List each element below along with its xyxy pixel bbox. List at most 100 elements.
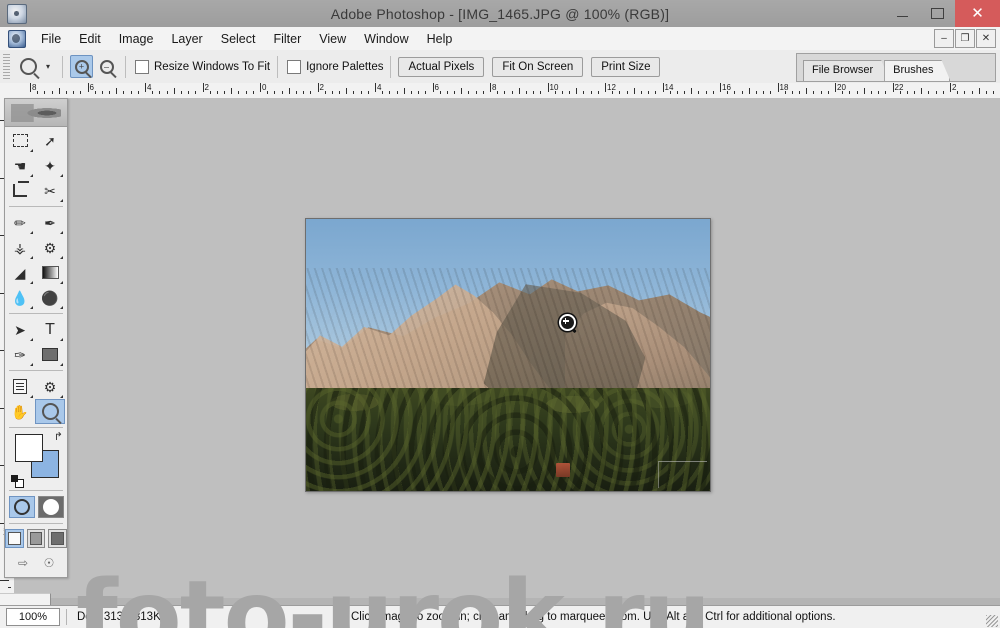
quick-mask-mode-button[interactable] (37, 496, 64, 518)
magic-wand-tool[interactable]: ✦ (35, 153, 65, 178)
ruler-minor-tick (676, 91, 678, 94)
foreground-color-swatch[interactable] (15, 434, 43, 462)
full-screen-with-menubar-button[interactable] (26, 529, 46, 548)
close-icon: ✕ (971, 5, 984, 22)
eyedropper-tool[interactable]: ⚙ (35, 374, 65, 399)
ruler-minor-tick (827, 91, 829, 94)
checkbox-box (135, 59, 149, 74)
menu-layer[interactable]: Layer (162, 29, 211, 49)
dodge-tool[interactable]: ⚫ (35, 285, 65, 310)
ruler-minor-tick (727, 91, 729, 94)
maximize-button[interactable] (920, 0, 955, 27)
hand-tool[interactable]: ✋ (5, 399, 35, 424)
lasso-tool[interactable]: ☚ (5, 153, 35, 178)
type-tool[interactable]: T (35, 317, 65, 342)
actual-pixels-button[interactable]: Actual Pixels (398, 56, 485, 77)
ruler-major-tick (605, 83, 606, 92)
ruler-minor-tick (504, 91, 506, 94)
menu-select[interactable]: Select (212, 29, 265, 49)
notes-tool[interactable] (5, 374, 35, 399)
ruler-minor-tick (166, 91, 168, 94)
ruler-minor-tick (576, 88, 578, 94)
ruler-minor-tick (748, 88, 750, 94)
history-brush-tool[interactable]: ⚙ (35, 235, 65, 260)
healing-brush-tool[interactable]: ✏ (5, 210, 35, 235)
ruler-minor-tick (288, 88, 290, 94)
palette-tab-brushes[interactable]: Brushes (884, 60, 950, 81)
doc-close-button[interactable]: ✕ (976, 29, 996, 48)
ruler-minor-tick (612, 91, 614, 94)
ruler-major-tick (0, 580, 9, 581)
default-colors-icon[interactable] (11, 475, 24, 488)
swap-colors-icon[interactable]: ↱ (54, 430, 63, 443)
menu-help[interactable]: Help (418, 29, 462, 49)
zoom-out-button[interactable]: – (95, 55, 118, 78)
zoom-level-field[interactable]: 100% (6, 608, 60, 626)
close-button[interactable]: ✕ (955, 0, 1000, 27)
horizontal-ruler[interactable]: 8 6 4 2 0 2 4 6 8 10 12 14 16 18 20 22 2 (14, 83, 1000, 99)
doc-restore-button[interactable]: ❐ (955, 29, 975, 48)
history-brush-icon: ⚙ (43, 239, 57, 256)
path-selection-tool[interactable]: ➤ (5, 317, 35, 342)
document-window-controls: – ❐ ✕ (934, 29, 996, 48)
crop-tool[interactable] (5, 178, 35, 203)
slice-tool[interactable]: ✂ (35, 178, 65, 203)
current-tool-icon[interactable] (15, 55, 41, 79)
document-canvas[interactable]: foto-urok.ru (14, 98, 1000, 628)
ruler-minor-tick (8, 587, 11, 589)
tool-preset-caret-icon[interactable]: ▾ (41, 62, 55, 71)
magnifier-icon (41, 403, 59, 420)
fit-on-screen-button[interactable]: Fit On Screen (492, 56, 584, 77)
pen-tool[interactable]: ✑ (5, 342, 35, 367)
standard-screen-mode-button[interactable] (5, 529, 24, 548)
ruler-minor-tick (820, 91, 822, 94)
ruler-minor-tick (712, 91, 714, 94)
print-size-button[interactable]: Print Size (591, 56, 661, 77)
menu-view[interactable]: View (310, 29, 355, 49)
clone-stamp-tool[interactable]: ⚶ (5, 235, 35, 260)
menu-file[interactable]: File (32, 29, 70, 49)
brush-tool[interactable]: ✒ (35, 210, 65, 235)
image-window[interactable] (305, 218, 711, 492)
ruler-minor-tick (195, 91, 197, 94)
shape-tool[interactable] (35, 342, 65, 367)
full-screen-mode-button[interactable] (48, 529, 68, 548)
menu-edit[interactable]: Edit (70, 29, 110, 49)
move-tool[interactable]: ➚ (35, 128, 65, 153)
minimize-button[interactable] (885, 0, 920, 27)
toolbox-divider-6 (9, 523, 63, 524)
menu-filter[interactable]: Filter (264, 29, 310, 49)
gradient-tool[interactable] (35, 260, 65, 285)
title-bar: Adobe Photoshop - [IMG_1465.JPG @ 100% (… (0, 0, 1000, 28)
ignore-palettes-checkbox[interactable]: Ignore Palettes (287, 59, 383, 74)
ruler-minor-tick (583, 91, 585, 94)
toolbox-palette[interactable]: ➚ ☚ ✦ ✂ ✏ ✒ ⚶ ⚙ ◢ 💧 ⚫ ➤ T ✑ ⚙ ✋ ↱ ⇨ ☉ (4, 98, 68, 578)
blur-tool[interactable]: 💧 (5, 285, 35, 310)
photo-forest (306, 387, 710, 491)
ruler-minor-tick (684, 91, 686, 94)
doc-minimize-button[interactable]: – (934, 29, 954, 48)
options-bar-grip[interactable] (3, 53, 10, 80)
ruler-minor-tick (899, 91, 901, 94)
menu-image[interactable]: Image (110, 29, 163, 49)
marquee-tool[interactable] (5, 128, 35, 153)
ruler-major-tick (892, 83, 894, 92)
ruler-minor-tick (906, 91, 908, 94)
menu-window[interactable]: Window (355, 29, 417, 49)
toolbox-title-bar[interactable] (5, 99, 67, 127)
palette-tab-file-browser[interactable]: File Browser (803, 60, 890, 81)
blur-droplet-icon: 💧 (11, 289, 29, 306)
note-icon (13, 379, 27, 394)
ruler-minor-tick (942, 91, 944, 94)
eraser-tool[interactable]: ◢ (5, 260, 35, 285)
jump-to-imageready-icon[interactable]: ⇨ (13, 555, 33, 571)
resize-grip-icon[interactable] (986, 615, 998, 627)
zoom-tool[interactable] (35, 399, 65, 424)
zoom-in-button[interactable]: + (70, 55, 93, 78)
ruler-minor-tick (878, 91, 880, 94)
resize-windows-to-fit-checkbox[interactable]: Resize Windows To Fit (135, 59, 270, 74)
standard-mode-button[interactable] (8, 496, 35, 518)
ruler-corner[interactable] (0, 83, 15, 99)
dodge-burn-icon: ⚫ (41, 289, 59, 306)
jump-to-browser-icon[interactable]: ☉ (39, 555, 59, 571)
